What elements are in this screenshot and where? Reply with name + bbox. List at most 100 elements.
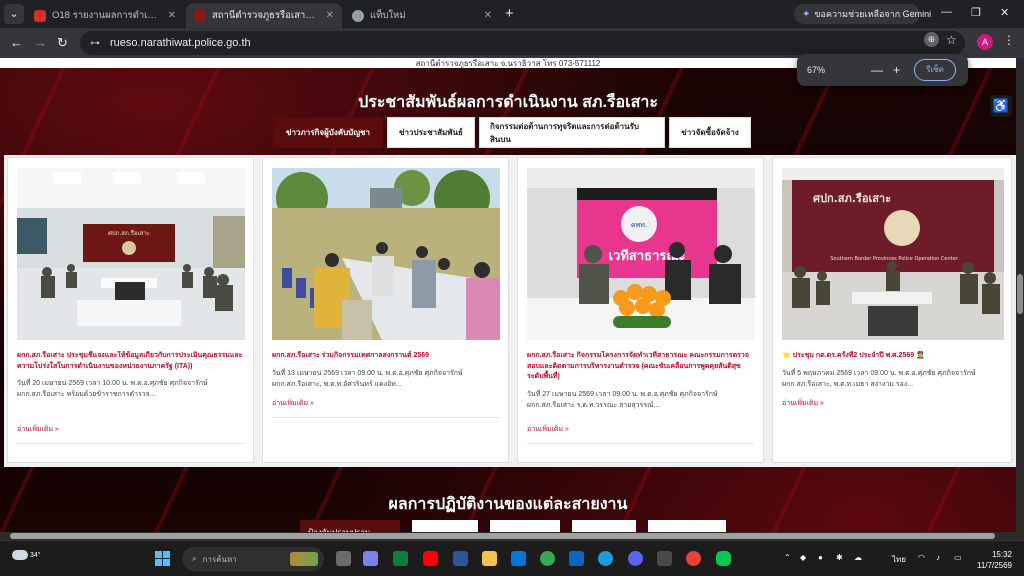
forum-logo-text: คพท. [631, 221, 647, 229]
favicon-icon [34, 9, 46, 22]
news-excerpt: วันที่ 13 เมษายน 2569 เวลา 09.00 น. พ.ต.… [272, 369, 463, 388]
card-divider [527, 442, 754, 444]
reload-icon[interactable]: ↻ [57, 35, 68, 51]
vertical-scrollbar[interactable] [1016, 58, 1024, 540]
close-icon[interactable]: ✕ [484, 10, 492, 21]
tab-title: สถานีตำรวจภูธรรือเสาะ – RUESO POLICE [212, 10, 320, 21]
bluetooth-icon[interactable]: ✱ [836, 553, 843, 562]
news-card: ผกก.สภ.รือเสาะ ร่วมกิจกรรมเทศกาลสงกรานต์… [262, 157, 509, 463]
news-card: คพท. เวทีสาธารณะ ผกก.สภ.รือเสาะ กิจกรรมโ… [517, 157, 764, 463]
restore-icon[interactable]: ❐ [971, 6, 981, 19]
browser-menu-icon[interactable]: ⋮ [1003, 33, 1015, 47]
scrollbar-thumb[interactable] [1017, 274, 1023, 314]
word-icon[interactable] [453, 551, 468, 566]
section-title-units: ผลการปฏิบัติงานของแต่ละสายงาน [388, 496, 628, 513]
teams-icon[interactable] [363, 551, 378, 566]
zoom-reset-button[interactable]: รีเซ็ต [914, 59, 957, 81]
url-text: rueso.narathiwat.police.go.th [110, 37, 251, 49]
back-arrow-icon[interactable]: ← [10, 35, 23, 51]
news-photo[interactable]: คพท. เวทีสาธารณะ [527, 168, 755, 340]
browser-tab-2[interactable]: สถานีตำรวจภูธรรือเสาะ – RUESO POLICE ✕ [186, 3, 342, 28]
search-highlight-icon [290, 552, 318, 566]
card-divider [17, 443, 244, 444]
zoom-popup: 67% — + รีเซ็ต [797, 54, 968, 86]
horizontal-scrollbar[interactable] [0, 532, 1016, 540]
volume-icon[interactable]: ♪ [936, 553, 940, 562]
youtube-icon[interactable] [423, 551, 438, 566]
security-icon[interactable]: ◆ [800, 553, 806, 562]
browser-tab-3[interactable]: แท็บใหม่ ✕ [344, 3, 500, 28]
taskbar-search[interactable]: ⌕ การค้นหา [182, 547, 324, 571]
weather-widget[interactable]: 34° [12, 550, 41, 560]
clock[interactable]: 15:32 11/7/2569 [976, 549, 1012, 571]
wifi-icon[interactable]: ◠ [918, 553, 925, 562]
file-explorer-icon[interactable] [482, 551, 497, 566]
close-window-icon[interactable]: ✕ [1000, 6, 1009, 19]
read-more-link[interactable]: อ่านเพิ่มเติม » [17, 424, 244, 435]
search-icon: ⌕ [192, 554, 197, 563]
task-view-icon[interactable] [336, 551, 351, 566]
profile-avatar[interactable]: A [977, 34, 993, 50]
chrome-profile-icon[interactable] [686, 551, 701, 566]
contact-text: สถานีตำรวจภูธรรือเสาะ จ.นราธิวาส โทร 073… [415, 59, 601, 68]
news-headline[interactable]: ผกก.สภ.รือเสาะ กิจกรรมโครงการจัดทำเวทีสา… [527, 351, 754, 383]
read-more-link[interactable]: อ่านเพิ่มเติม » [527, 424, 754, 435]
start-button[interactable] [155, 551, 170, 566]
search-placeholder: การค้นหา [202, 554, 237, 564]
zoom-icon[interactable]: ⊕ [924, 32, 939, 47]
close-icon[interactable]: ✕ [168, 10, 176, 21]
category-tabs: ข่าวภารกิจผู้บังคับบัญชา ข่าวประชาสัมพัน… [273, 117, 751, 148]
tab-anti-corruption[interactable]: กิจกรรมต่อต้านการทุจริตและการต่อต้านรับส… [479, 117, 665, 148]
browser-tab-strip: ⌄ O18 รายงานผลการดำเนินงานตามแผ ✕ สถานีต… [0, 0, 1024, 28]
globe-icon [352, 9, 364, 22]
address-bar[interactable]: ⊶ rueso.narathiwat.police.go.th [80, 31, 965, 55]
clock-time: 15:32 [991, 550, 1012, 559]
tray-overflow-icon[interactable]: ⌃ [784, 553, 791, 562]
tab-title: แท็บใหม่ [370, 10, 406, 21]
outlook-icon[interactable] [511, 551, 526, 566]
line-icon[interactable] [716, 551, 731, 566]
close-icon[interactable]: ✕ [326, 10, 334, 21]
news-headline[interactable]: ผกก.สภ.รือเสาะ ประชุมชี้แจงและให้ข้อมูลเ… [17, 351, 244, 372]
tab-commander-missions[interactable]: ข่าวภารกิจผู้บังคับบัญชา [273, 117, 383, 148]
news-excerpt: วันที่ 20 เมษายน 2569 เวลา 10.00 น. พ.ต.… [17, 380, 208, 398]
zoom-in-icon[interactable]: + [893, 63, 900, 77]
new-tab-button[interactable]: + [505, 6, 514, 22]
news-excerpt: วันที่ 27 เมษายน 2569 เวลา 09.00 น. พ.ต.… [527, 390, 718, 409]
scrollbar-thumb[interactable] [10, 533, 995, 539]
news-photo[interactable]: ศปก.สภ.รือเสาะ [17, 168, 245, 340]
read-more-link[interactable]: อ่านเพิ่มเติม » [782, 398, 1002, 409]
language-indicator[interactable]: ไทย [892, 553, 906, 566]
news-headline[interactable]: ผกก.สภ.รือเสาะ ร่วมกิจกรรมเทศกาลสงกรานต์… [272, 351, 499, 362]
zoom-out-icon[interactable]: — [871, 63, 883, 77]
tab-procurement[interactable]: ข่าวจัดซื้อจัดจ้าง [669, 117, 751, 148]
discord-icon[interactable] [628, 551, 643, 566]
excel-icon[interactable] [393, 551, 408, 566]
edge-icon[interactable] [598, 551, 613, 566]
site-info-icon[interactable]: ⊶ [90, 38, 100, 49]
bookmark-star-icon[interactable]: ☆ [946, 33, 957, 47]
news-photo[interactable]: ศปก.สภ.รือเสาะ Southern Border Provinces… [782, 168, 1004, 340]
steam-icon[interactable] [657, 551, 672, 566]
onedrive-icon[interactable]: ☁ [854, 553, 862, 562]
section-title: ประชาสัมพันธ์ผลการดำเนินงาน สภ.รือเสาะ [358, 94, 658, 111]
browser-tab-1[interactable]: O18 รายงานผลการดำเนินงานตามแผ ✕ [26, 3, 184, 28]
read-more-link[interactable]: อ่านเพิ่มเติม » [272, 398, 499, 409]
battery-icon[interactable]: ▭ [954, 553, 962, 562]
meeting-room-photo: ศปก.สภ.รือเสาะ [17, 168, 245, 340]
minimize-icon[interactable]: — [941, 6, 952, 18]
tab-search-chevron-icon[interactable]: ⌄ [4, 4, 24, 24]
accessibility-icon[interactable]: ♿ [990, 95, 1012, 117]
meet-icon[interactable]: ● [818, 553, 823, 562]
news-photo[interactable] [272, 168, 500, 340]
forward-arrow-icon[interactable]: → [34, 35, 47, 51]
web-page: สถานีตำรวจภูธรรือเสาะ จ.นราธิวาส โทร 073… [0, 58, 1016, 540]
tab-public-relations[interactable]: ข่าวประชาสัมพันธ์ [387, 117, 475, 148]
chrome-icon[interactable] [540, 551, 555, 566]
gemini-button[interactable]: ✦ ขอความช่วยเหลือจาก Gemini [794, 4, 931, 24]
news-headline[interactable]: ⭐ ประชุม กต.ตร.ครั้งที่2 ประจำปี พ.ศ.256… [782, 351, 1002, 362]
wall-banner-text: ศปก.สภ.รือเสาะ [108, 229, 150, 237]
public-forum-photo: คพท. เวทีสาธารณะ [527, 168, 755, 340]
news-card: ศปก.สภ.รือเสาะ ผกก.สภ.รือเสาะ ประชุมชี้แ… [7, 157, 254, 463]
store-icon[interactable] [569, 551, 584, 566]
